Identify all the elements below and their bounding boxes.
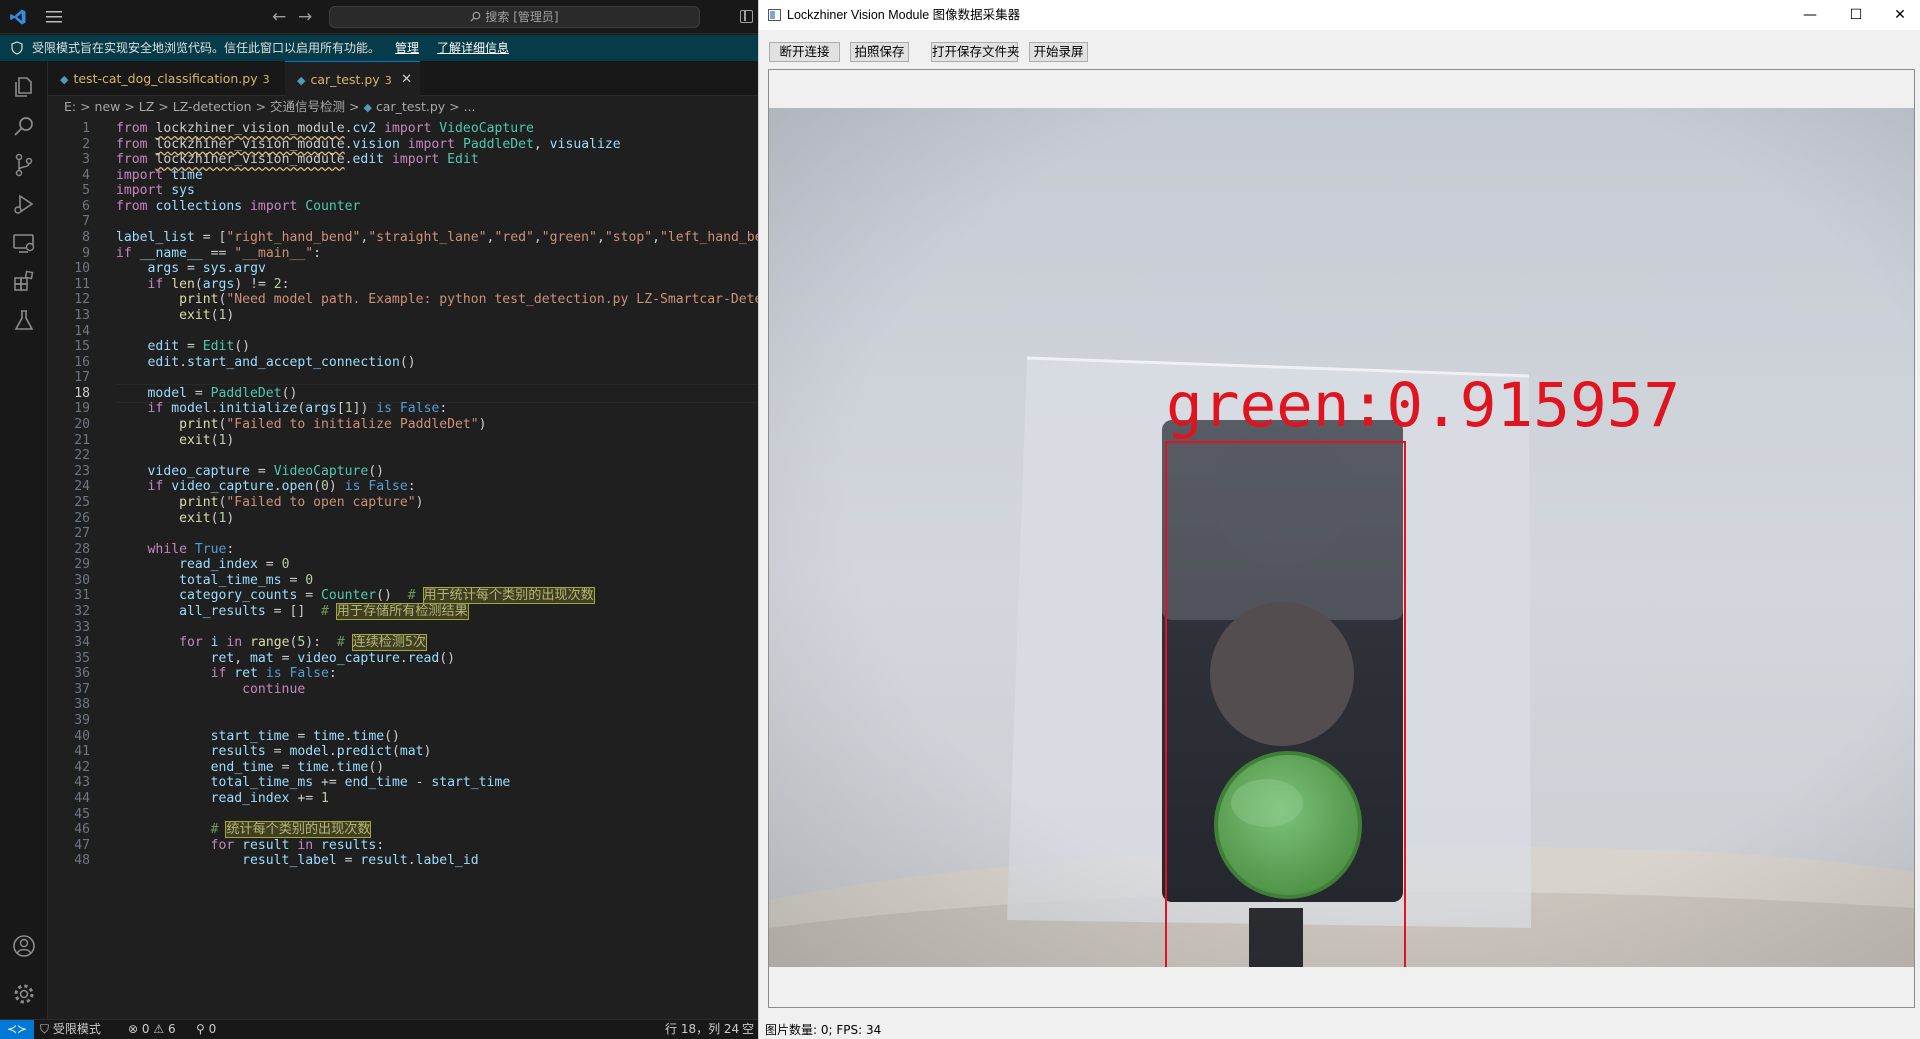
remote-explorer-icon[interactable]: [10, 229, 38, 257]
code-editor[interactable]: 1 from lockzhiner_vision_module.cv2 impor…: [48, 118, 758, 1019]
restricted-mode-status[interactable]: ⛉ 受限模式: [40, 1020, 101, 1039]
search-icon: [470, 11, 481, 22]
breadcrumb-item[interactable]: new: [95, 99, 121, 114]
tab-test-cat-dog[interactable]: ◆ test-cat_dog_classification.py 3: [48, 61, 285, 96]
detection-label: green:0.915957: [1166, 370, 1680, 441]
menu-icon[interactable]: [45, 9, 63, 25]
python-file-icon: ◆: [297, 74, 306, 87]
start-recording-button[interactable]: 开始录屏: [1029, 42, 1088, 62]
ports-status[interactable]: ⚲ 0: [196, 1020, 216, 1039]
breadcrumb-item[interactable]: car_test.py: [376, 99, 445, 114]
app-title-bar: Lockzhiner Vision Module 图像数据采集器 — ☐ ✕: [759, 0, 1920, 30]
status-more[interactable]: 空: [742, 1020, 754, 1039]
disconnect-button[interactable]: 断开连接: [769, 42, 840, 62]
code-text: result_label = result.label_id: [242, 853, 479, 869]
tab-problem-count: 3: [384, 74, 392, 87]
account-icon[interactable]: [10, 932, 38, 960]
banner-message: 受限模式旨在实现安全地浏览代码。信任此窗口以启用所有功能。: [32, 41, 381, 55]
restricted-mode-banner: 受限模式旨在实现安全地浏览代码。信任此窗口以启用所有功能。 管理 了解详细信息: [0, 35, 758, 61]
search-text: 搜索 [管理员]: [485, 10, 559, 24]
fps-status: 图片数量: 0; FPS: 34: [765, 1023, 882, 1037]
command-search-box[interactable]: 搜索 [管理员]: [329, 6, 700, 28]
error-count: 0: [141, 1022, 150, 1036]
title-bar: ← → 搜索 [管理员]: [0, 0, 758, 34]
breadcrumb-item[interactable]: LZ-detection: [173, 99, 252, 114]
learn-more-link[interactable]: 了解详细信息: [437, 35, 509, 61]
tab-label: test-cat_dog_classification.py: [73, 71, 258, 86]
forward-arrow-icon[interactable]: →: [298, 7, 312, 27]
maximize-button[interactable]: ☐: [1833, 0, 1879, 30]
tab-label: car_test.py: [310, 72, 380, 87]
breadcrumb-item[interactable]: LZ: [139, 99, 155, 114]
error-icon: ⊗: [128, 1022, 139, 1036]
problems-status[interactable]: ⊗ 0 ⚠ 6: [128, 1020, 176, 1039]
tab-problem-count: 3: [262, 73, 270, 86]
warning-icon: ⚠: [153, 1022, 165, 1036]
python-file-icon: ◆: [363, 101, 372, 114]
editor-tabs: ◆ test-cat_dog_classification.py 3 ◆ car_te…: [48, 61, 758, 96]
capture-save-button[interactable]: 拍照保存: [850, 42, 909, 62]
run-debug-icon[interactable]: [10, 190, 38, 218]
close-window-button[interactable]: ✕: [1877, 0, 1920, 30]
vscode-logo-icon: [10, 9, 26, 25]
source-control-icon[interactable]: [10, 151, 38, 179]
remote-indicator-icon[interactable]: ≺≻: [0, 1020, 34, 1039]
status-bar: ≺≻ ⛉ 受限模式 ⊗ 0 ⚠ 6 ⚲ 0 行 18，列 24 空: [0, 1019, 758, 1039]
vision-app-window: Lockzhiner Vision Module 图像数据采集器 — ☐ ✕ 断…: [758, 0, 1920, 1039]
extensions-icon[interactable]: [10, 268, 38, 296]
activity-bar: [0, 61, 48, 1019]
explorer-icon[interactable]: [10, 73, 38, 101]
breadcrumb-item[interactable]: 交通信号检测: [270, 99, 345, 114]
open-folder-button[interactable]: 打开保存文件夹: [931, 42, 1020, 62]
search-icon[interactable]: [10, 112, 38, 140]
testing-flask-icon[interactable]: [10, 307, 38, 335]
back-arrow-icon[interactable]: ←: [272, 7, 286, 27]
manage-link[interactable]: 管理: [395, 35, 419, 61]
breadcrumb: E: > new > LZ > LZ-detection > 交通信号检测 > …: [64, 99, 476, 114]
code-line[interactable]: 48 result_label = result.label_id: [48, 851, 758, 870]
python-file-icon: ◆: [60, 73, 69, 86]
toggle-sidebar-icon[interactable]: [740, 10, 753, 23]
restricted-mode-label: 受限模式: [52, 1022, 101, 1036]
breadcrumb-item[interactable]: ...: [464, 99, 476, 114]
settings-gear-icon[interactable]: [10, 980, 38, 1008]
line-number: 48: [74, 853, 90, 869]
camera-frame-image: green:0.915957: [769, 108, 1914, 967]
vscode-window: ← → 搜索 [管理员] 受限模式旨在实现安全地浏览代码。信任此窗口以启用所有功…: [0, 0, 758, 1039]
breadcrumb-item[interactable]: E:: [64, 99, 76, 114]
minimize-button[interactable]: —: [1787, 0, 1833, 30]
app-window-icon: [768, 9, 781, 21]
camera-view: green:0.915957: [768, 69, 1915, 1008]
ports-icon: ⚲: [196, 1022, 205, 1036]
close-tab-icon[interactable]: ✕: [401, 62, 412, 97]
cursor-position[interactable]: 行 18，列 24: [665, 1020, 739, 1039]
ports-count: 0: [208, 1022, 217, 1036]
app-title: Lockzhiner Vision Module 图像数据采集器: [787, 8, 1021, 22]
tab-car-test[interactable]: ◆ car_test.py 3 ✕: [285, 61, 420, 96]
shield-icon: [11, 41, 23, 55]
shield-icon: ⛉: [40, 1022, 50, 1036]
camera-feed: green:0.915957: [769, 108, 1914, 967]
warning-count: 6: [167, 1022, 176, 1036]
